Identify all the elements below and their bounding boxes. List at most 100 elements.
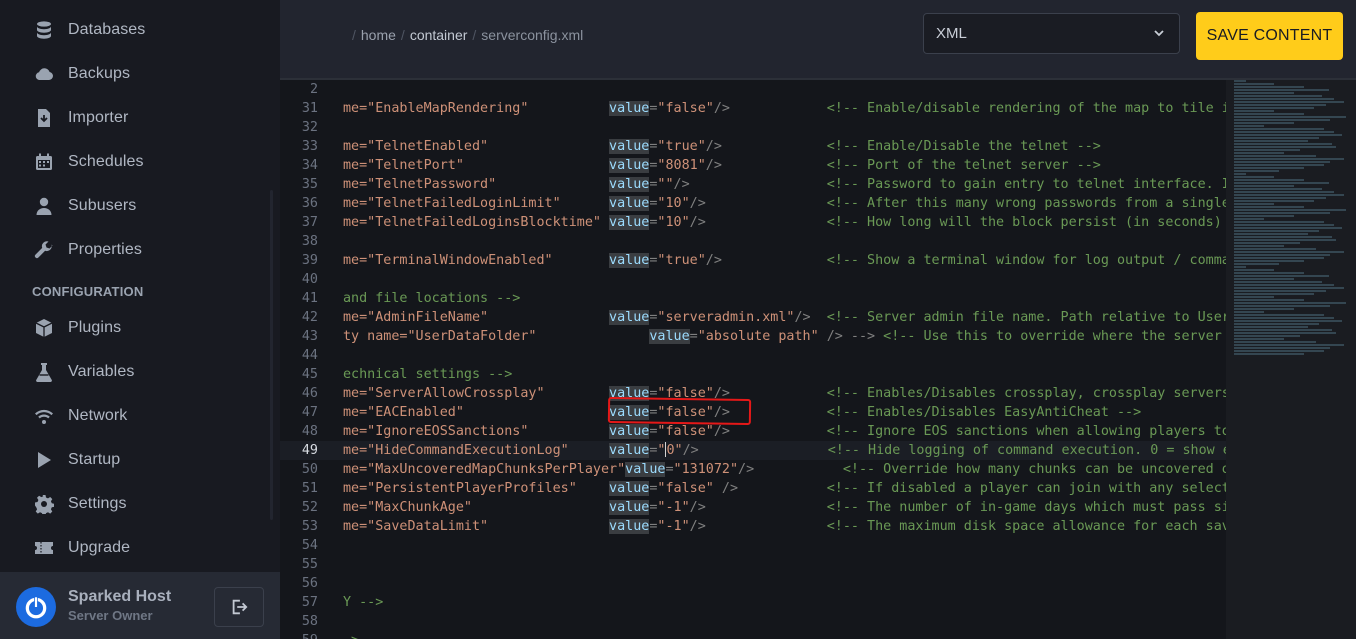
minimap-line	[1234, 287, 1344, 289]
sidebar-item-variables[interactable]: Variables	[0, 352, 280, 392]
code-line[interactable]: 43 ty name="UserDataFolder" value="absolu…	[280, 327, 1226, 346]
code-line[interactable]: 57 Y -->	[280, 593, 1226, 612]
minimap-line	[1234, 314, 1324, 316]
logout-button[interactable]	[214, 587, 264, 627]
code-line[interactable]: 45 echnical settings -->	[280, 365, 1226, 384]
sidebar-item-label: Backups	[68, 65, 131, 82]
minimap-line	[1234, 296, 1274, 298]
sidebar-item-backups[interactable]: Backups	[0, 54, 280, 94]
sidebar-item-label: Settings	[68, 495, 127, 512]
line-number: 46	[301, 386, 318, 401]
code-line[interactable]: 38	[280, 232, 1226, 251]
code-editor[interactable]: 2 31 me="EnableMapRendering" value="false"…	[280, 78, 1356, 639]
line-number: 54	[301, 538, 318, 553]
minimap-line	[1234, 311, 1264, 313]
minimap-line	[1234, 116, 1346, 118]
code-line[interactable]: 55	[280, 555, 1226, 574]
sidebar-item-startup[interactable]: Startup	[0, 440, 280, 480]
minimap-line	[1234, 308, 1294, 310]
play-icon	[33, 449, 55, 471]
user-role: Server Owner	[68, 608, 153, 623]
save-content-button[interactable]: SAVE CONTENT	[1196, 12, 1343, 60]
code-line[interactable]: 52 me="MaxChunkAge" value="-1"/> <!-- The…	[280, 498, 1226, 517]
code-line[interactable]: 48 me="IgnoreEOSSanctions" value="false"/…	[280, 422, 1226, 441]
minimap-line	[1234, 338, 1284, 340]
code-line[interactable]: 53 me="SaveDataLimit" value="-1"/> <!-- T…	[280, 517, 1226, 536]
code-line[interactable]: 40	[280, 270, 1226, 289]
sidebar-item-subusers[interactable]: Subusers	[0, 186, 280, 226]
section-heading-configuration: CONFIGURATION	[32, 284, 144, 299]
line-content: me="TelnetEnabled" value="true"/> <!-- E…	[343, 139, 1101, 154]
line-content: me="MaxUncoveredMapChunksPerPlayer"value…	[343, 462, 1226, 477]
code-line[interactable]: 35 me="TelnetPassword" value=""/> <!-- Pa…	[280, 175, 1226, 194]
sidebar-item-upgrade[interactable]: Upgrade	[0, 528, 280, 568]
code-line[interactable]: 39 me="TerminalWindowEnabled" value="true…	[280, 251, 1226, 270]
sidebar-item-schedules[interactable]: Schedules	[0, 142, 280, 182]
sidebar-item-label: Upgrade	[68, 539, 131, 556]
minimap-line	[1234, 215, 1294, 217]
code-line[interactable]: 34 me="TelnetPort" value="8081"/> <!-- Po…	[280, 156, 1226, 175]
code-line[interactable]: 44	[280, 346, 1226, 365]
sidebar-item-importer[interactable]: Importer	[0, 98, 280, 138]
sidebar-scrollbar[interactable]	[270, 190, 273, 520]
minimap-line	[1234, 125, 1264, 127]
code-line[interactable]: 41 and file locations -->	[280, 289, 1226, 308]
minimap-line	[1234, 143, 1332, 145]
minimap-line	[1234, 149, 1300, 151]
minimap-line	[1234, 260, 1304, 262]
minimap-line	[1234, 182, 1329, 184]
minimap-line	[1234, 158, 1344, 160]
line-number: 40	[301, 272, 318, 287]
code-line[interactable]: 49 me="HideCommandExecutionLog" value="0"…	[280, 441, 1226, 460]
minimap[interactable]	[1226, 80, 1356, 639]
code-line[interactable]: 31 me="EnableMapRendering" value="false"/…	[280, 99, 1226, 118]
sidebar-item-label: Databases	[68, 21, 146, 38]
line-number: 59	[280, 631, 318, 639]
sidebar-item-databases[interactable]: Databases	[0, 10, 280, 50]
minimap-line	[1234, 185, 1294, 187]
code-line[interactable]: 33 me="TelnetEnabled" value="true"/> <!--…	[280, 137, 1226, 156]
code-line[interactable]: 46 me="ServerAllowCrossplay" value="false…	[280, 384, 1226, 403]
line-content: me="SaveDataLimit" value="-1"/> <!-- The…	[343, 519, 1226, 534]
minimap-line	[1234, 278, 1294, 280]
wifi-icon	[33, 405, 55, 427]
breadcrumb-home[interactable]: home	[361, 27, 396, 43]
minimap-line	[1234, 257, 1324, 259]
minimap-line	[1234, 170, 1279, 172]
code-line[interactable]: 59 ->	[280, 631, 1226, 639]
minimap-line	[1234, 98, 1334, 100]
language-select-value: XML	[936, 25, 967, 42]
breadcrumb-container[interactable]: container	[410, 27, 468, 43]
line-content: me="TelnetFailedLoginsBlocktime" value="…	[343, 215, 1226, 230]
minimap-line	[1234, 80, 1246, 82]
code-line[interactable]: 2	[280, 80, 1226, 99]
line-content: me="TerminalWindowEnabled" value="true"/…	[343, 253, 1226, 268]
code-line[interactable]: 54	[280, 536, 1226, 555]
line-content: me="AdminFileName" value="serveradmin.xm…	[343, 310, 1226, 325]
code-line[interactable]: 47 me="EACEnabled" value="false"/> <!-- E…	[280, 403, 1226, 422]
code-line[interactable]: 58	[280, 612, 1226, 631]
code-line[interactable]: 42 me="AdminFileName" value="serveradmin.…	[280, 308, 1226, 327]
sidebar-item-plugins[interactable]: Plugins	[0, 308, 280, 348]
language-select[interactable]: XML	[923, 13, 1180, 54]
sidebar-item-network[interactable]: Network	[0, 396, 280, 436]
minimap-line	[1234, 293, 1314, 295]
code-line[interactable]: 32	[280, 118, 1226, 137]
sidebar-item-settings[interactable]: Settings	[0, 484, 280, 524]
minimap-line	[1234, 335, 1300, 337]
line-number: 42	[301, 310, 318, 325]
code-line[interactable]: 51 me="PersistentPlayerProfiles" value="f…	[280, 479, 1226, 498]
code-line[interactable]: 50 me="MaxUncoveredMapChunksPerPlayer"val…	[280, 460, 1226, 479]
wrench-icon	[33, 239, 55, 261]
sidebar-item-properties[interactable]: Properties	[0, 230, 280, 270]
line-number: 36	[301, 196, 318, 211]
line-number: 50	[301, 462, 318, 477]
minimap-line	[1234, 206, 1304, 208]
code-line[interactable]: 37 me="TelnetFailedLoginsBlocktime" value…	[280, 213, 1226, 232]
minimap-line	[1234, 230, 1319, 232]
minimap-line	[1234, 92, 1294, 94]
code-line[interactable]: 56	[280, 574, 1226, 593]
minimap-line	[1234, 131, 1334, 133]
minimap-line	[1234, 101, 1344, 103]
code-line[interactable]: 36 me="TelnetFailedLoginLimit" value="10"…	[280, 194, 1226, 213]
